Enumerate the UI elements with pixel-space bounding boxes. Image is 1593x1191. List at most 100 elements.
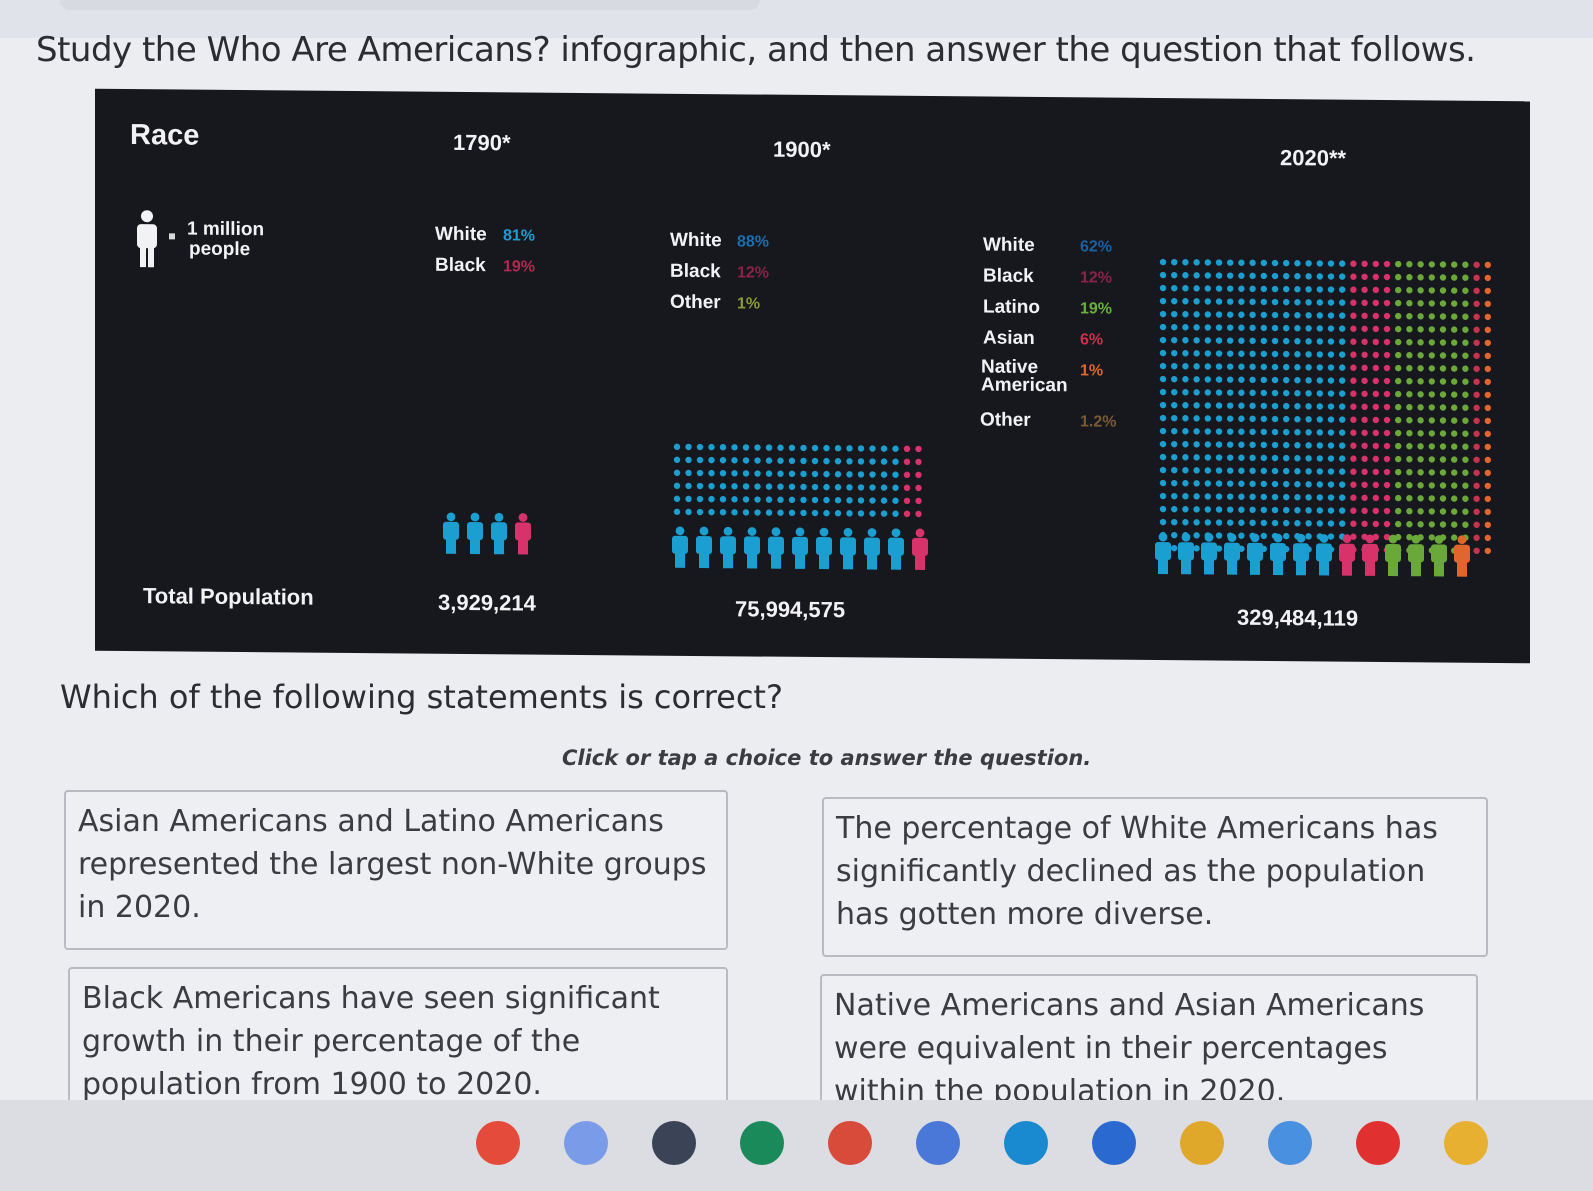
play-store-icon[interactable] [1268,1121,1312,1165]
person-dot [811,444,819,452]
person-dot [1473,508,1480,515]
person-dot [1238,337,1245,344]
person-dot [1159,440,1167,448]
person-dot [1372,351,1380,359]
person-dot [685,443,692,451]
person-dot [1473,417,1480,424]
person-dot [731,444,738,451]
person-dot [869,510,876,517]
person-dot [1406,300,1413,307]
person-dot [1260,298,1268,306]
person-dot [1484,352,1492,360]
person-dot [1305,273,1312,280]
person-figure [696,526,712,569]
person-dot [742,444,750,451]
person-dot [1417,326,1424,333]
browser-tab[interactable] [60,0,760,10]
person-dot [1372,286,1380,294]
chrome-icon[interactable] [476,1121,520,1165]
population-figures [443,258,1492,577]
youtube-icon[interactable] [1356,1121,1400,1165]
person-dot [1417,287,1424,294]
person-dot [1249,376,1256,384]
person-dot [1283,285,1290,293]
person-dot [1327,481,1335,488]
choice-b[interactable]: The percentage of White Americans has si… [822,797,1488,957]
choice-c[interactable]: Black Americans have seen significant gr… [68,967,728,1117]
choice-a[interactable]: Asian Americans and Latino Americans rep… [64,790,728,950]
person-dot [1182,480,1189,487]
person-dot [1238,519,1245,526]
person-dot [1171,362,1178,370]
person-dot [1238,415,1245,422]
person-dot [1395,299,1402,307]
person-dot [1294,455,1301,462]
person-dot [1193,506,1200,513]
person-dot [1439,300,1447,307]
person-dot [1406,326,1413,333]
person-dot [1260,402,1268,410]
person-dot [1316,377,1324,384]
person-dot [1171,427,1178,435]
person-figure [672,526,688,568]
person-dot [1361,312,1368,320]
meet-icon[interactable] [1180,1121,1224,1165]
person-dot [1361,403,1368,411]
person-dot [1372,481,1380,489]
person-dot [1406,365,1413,372]
calendar-icon[interactable] [916,1121,960,1165]
person-dot [1395,455,1402,463]
gmail-icon[interactable] [828,1121,872,1165]
question-text: Which of the following statements is cor… [60,678,783,716]
person-dot [1350,377,1357,384]
person-dot [1215,415,1223,422]
gemini-icon[interactable] [564,1121,608,1165]
person-dot [1159,414,1167,422]
person-dot [754,496,761,503]
fingerprint-app-icon[interactable] [652,1121,696,1165]
person-dot [1227,311,1234,318]
person-dot [1383,442,1391,450]
person-dot [1249,350,1256,358]
person-dot [1171,258,1178,266]
person-dot [1428,365,1436,372]
person-dot [1294,273,1301,280]
person-dot [1417,482,1424,489]
person-dot [1294,442,1301,449]
person-dot [788,483,796,491]
person-dot [1462,456,1469,463]
person-dot [1428,391,1436,398]
person-dot [1339,299,1346,306]
messages-icon[interactable] [1092,1121,1136,1165]
person-dot [1462,287,1469,294]
photos-icon[interactable] [1444,1121,1488,1165]
person-dot [1316,455,1324,462]
person-dot [1339,455,1346,462]
person-figure [720,526,736,569]
person-dot [1350,351,1357,358]
person-dot [1350,455,1357,462]
person-dot [1193,311,1200,318]
person-dot [1339,403,1346,410]
person-dot [1171,518,1178,526]
person-dot [1395,338,1402,346]
person-dot [1227,441,1234,448]
person-dot [1159,388,1167,396]
person-dot [823,457,830,465]
person-dot [1350,286,1357,293]
person-dot [1361,299,1368,307]
person-dot [1439,365,1447,372]
person-dot [1249,493,1256,501]
person-dot [1283,415,1290,423]
person-figure [912,528,928,570]
person-dot [1260,376,1268,384]
person-dot [1350,325,1357,332]
person-dot [1395,507,1402,515]
files-icon[interactable] [1004,1121,1048,1165]
person-dot [1204,259,1212,266]
person-dot [1383,325,1391,333]
person-dot [1361,390,1368,398]
classroom-app-icon[interactable] [740,1121,784,1165]
person-dot [1462,261,1469,268]
person-dot [1271,441,1279,449]
